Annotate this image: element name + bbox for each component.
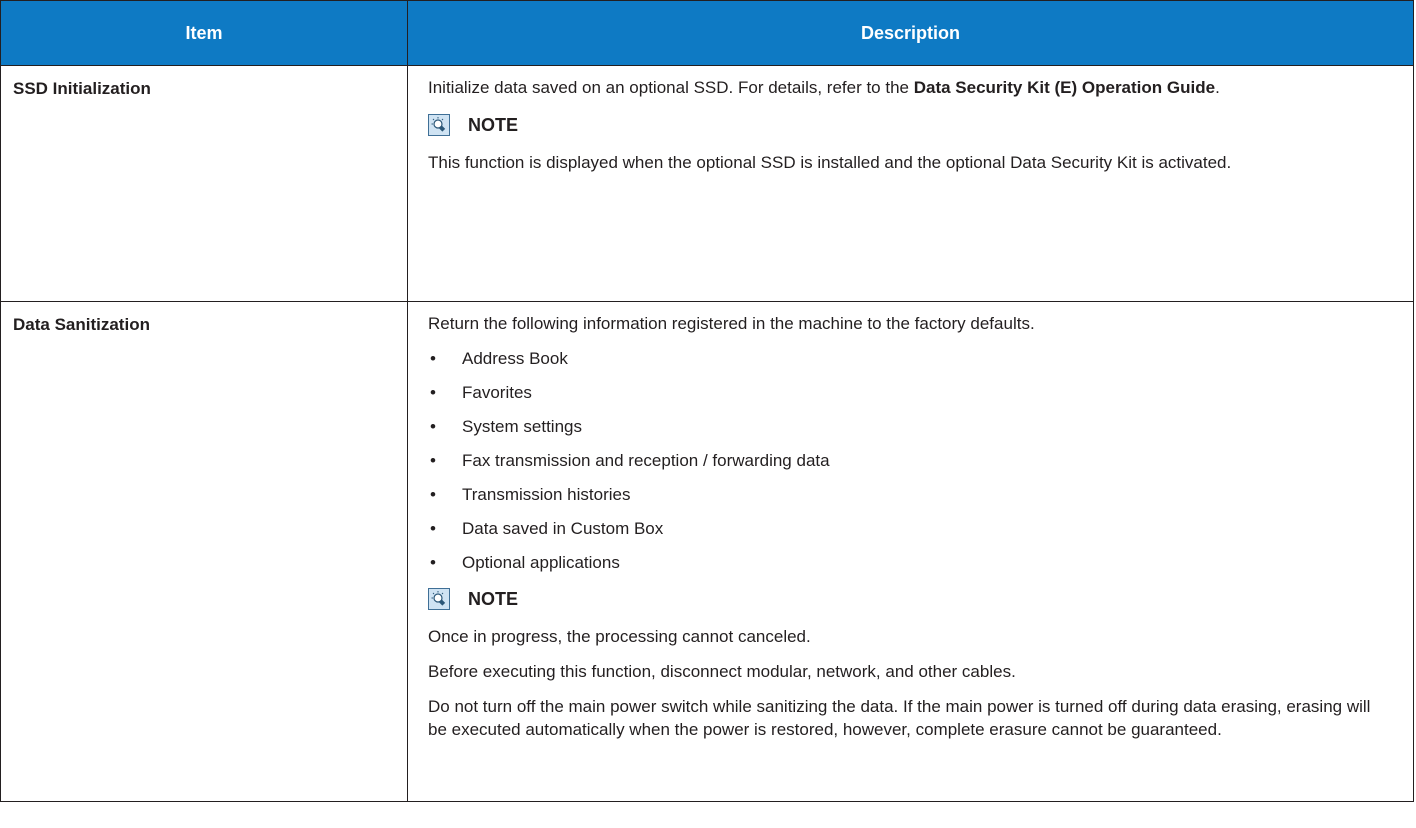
- list-item: • Address Book: [430, 349, 568, 368]
- note-text: Before executing this function, disconne…: [428, 662, 1016, 681]
- list-item: • Optional applications: [430, 553, 620, 572]
- item-name: SSD Initialization: [13, 79, 151, 98]
- header-item: Item: [0, 0, 408, 66]
- description-text: Return the following information registe…: [428, 314, 1035, 333]
- bullet-icon: •: [430, 417, 436, 436]
- bullet-icon: •: [430, 451, 436, 470]
- table-header-row: Item Description: [0, 0, 1414, 66]
- note-label: NOTE: [468, 588, 519, 609]
- list-item: • Data saved in Custom Box: [430, 519, 664, 538]
- note-text: Do not turn off the main power switch wh…: [428, 697, 1371, 739]
- description-text: Initialize data saved on an optional SSD…: [428, 78, 1220, 97]
- bullet-icon: •: [430, 383, 436, 402]
- list-item: • Transmission histories: [430, 485, 631, 504]
- note-heading: NOTE: [428, 111, 1393, 139]
- note-heading: NOTE: [428, 585, 1393, 613]
- note-text: Once in progress, the processing cannot …: [428, 627, 811, 646]
- item-cell: SSD Initialization: [0, 65, 408, 302]
- list-item: • Favorites: [430, 383, 532, 402]
- bullet-list: • Address Book • Favorites • System setting…: [428, 347, 1393, 574]
- note-label: NOTE: [468, 114, 519, 135]
- item-cell: Data Sanitization: [0, 301, 408, 802]
- list-item: • Fax transmission and reception / forwar…: [430, 451, 830, 470]
- description-cell: Initialize data saved on an optional SSD…: [407, 65, 1414, 302]
- guide-reference: Data Security Kit (E) Operation Guide: [913, 78, 1216, 97]
- list-item: • System settings: [430, 417, 582, 436]
- bullet-icon: •: [430, 349, 436, 368]
- bullet-icon: •: [430, 519, 436, 538]
- note-text: This function is displayed when the opti…: [428, 153, 1232, 172]
- lightbulb-note-icon: [428, 114, 450, 136]
- table-row: Data Sanitization Return the following i…: [0, 301, 1414, 802]
- item-name: Data Sanitization: [13, 315, 150, 334]
- table-row: SSD Initialization Initialize data saved…: [0, 65, 1414, 302]
- description-cell: Return the following information registe…: [407, 301, 1414, 802]
- lightbulb-note-icon: [428, 588, 450, 610]
- bullet-icon: •: [430, 553, 436, 572]
- header-description: Description: [407, 0, 1414, 66]
- bullet-icon: •: [430, 485, 436, 504]
- settings-table: Item Description SSD Initialization Init…: [0, 0, 1414, 802]
